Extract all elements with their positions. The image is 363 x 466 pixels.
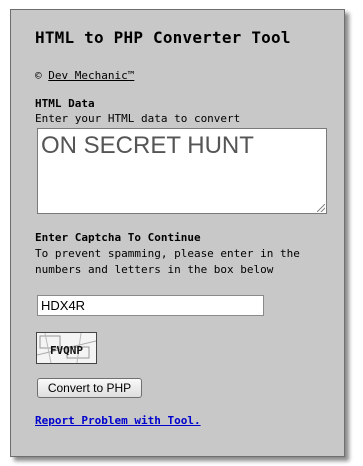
- captcha-image-text: FVQNP: [50, 344, 83, 357]
- copyright-line: © Dev Mechanic™: [35, 69, 134, 83]
- dev-mechanic-link[interactable]: Dev Mechanic™: [48, 69, 134, 82]
- captcha-instruction: To prevent spamming, please enter in the…: [35, 247, 300, 276]
- captcha-label: Enter Captcha To Continue: [35, 231, 201, 244]
- html-data-textarea[interactable]: ON SECRET HUNT: [37, 128, 327, 214]
- captcha-noise-graphic: FVQNP: [37, 333, 96, 363]
- resize-grip-icon[interactable]: [317, 204, 325, 212]
- html-data-label: HTML Data: [35, 97, 95, 110]
- captcha-input[interactable]: HDX4R: [37, 295, 264, 316]
- converter-panel: HTML to PHP Converter Tool © Dev Mechani…: [10, 9, 345, 457]
- html-data-instruction: Enter your HTML data to convert: [35, 112, 241, 125]
- copyright-symbol: ©: [35, 69, 42, 82]
- convert-to-php-button[interactable]: Convert to PHP: [37, 378, 142, 398]
- captcha-image: FVQNP: [36, 332, 97, 364]
- html-data-value: ON SECRET HUNT: [41, 132, 254, 159]
- page-title: HTML to PHP Converter Tool: [35, 28, 291, 47]
- report-problem-link[interactable]: Report Problem with Tool.: [35, 414, 201, 428]
